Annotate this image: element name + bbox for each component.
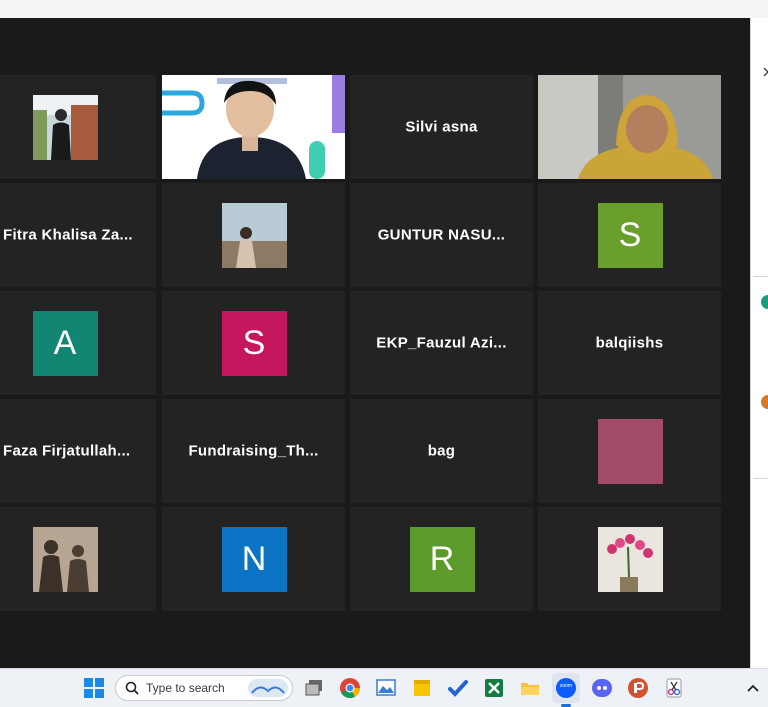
participant-tile[interactable]: Fundraising_Th... xyxy=(162,399,345,503)
presenter-video xyxy=(162,75,345,179)
participant-tile[interactable]: N xyxy=(162,507,345,611)
participant-tile[interactable] xyxy=(538,75,721,179)
photos-icon[interactable] xyxy=(375,677,397,699)
participant-name: EKP_Fauzul Azi... xyxy=(376,334,507,352)
top-strip xyxy=(0,0,768,18)
participant-name: Fundraising_Th... xyxy=(188,442,319,460)
sticky-notes-icon[interactable] xyxy=(411,677,433,699)
orchid-photo xyxy=(597,527,663,592)
discord-icon[interactable] xyxy=(591,677,613,699)
participant-tile[interactable] xyxy=(162,183,345,287)
participant-name: GUNTUR NASU... xyxy=(377,226,506,244)
beach-photo xyxy=(221,203,287,268)
side-panel xyxy=(750,18,768,668)
participant-tile[interactable]: balqiishs xyxy=(538,291,721,395)
participant-avatar xyxy=(597,419,663,484)
participant-tile[interactable] xyxy=(0,75,156,179)
file-explorer-icon[interactable] xyxy=(519,677,541,699)
participant-tile[interactable] xyxy=(0,507,156,611)
participant-name: Fitra Khalisa Za... xyxy=(3,226,133,244)
participant-avatar: N xyxy=(221,527,287,592)
participant-tile[interactable] xyxy=(162,75,345,179)
todo-icon[interactable] xyxy=(447,677,469,699)
participant-tile[interactable]: Fitra Khalisa Za... xyxy=(0,183,156,287)
snipping-tool-icon[interactable] xyxy=(663,677,685,699)
windows-start-icon[interactable] xyxy=(83,677,105,699)
participant-tile[interactable]: S xyxy=(538,183,721,287)
chevron-up-icon[interactable] xyxy=(742,677,764,699)
participant-tile[interactable]: S xyxy=(162,291,345,395)
participant-avatar: S xyxy=(597,203,663,268)
participant-tile[interactable]: EKP_Fauzul Azi... xyxy=(350,291,533,395)
silhouette-photo xyxy=(32,527,98,592)
participant-avatar: S xyxy=(221,311,287,376)
excel-icon[interactable] xyxy=(483,677,505,699)
participant-avatar: A xyxy=(32,311,98,376)
participant-tile[interactable]: Silvi asna xyxy=(350,75,533,179)
hijab-woman-video xyxy=(538,75,721,179)
search-input[interactable]: Type to search xyxy=(115,675,293,701)
participant-name: balqiishs xyxy=(595,334,664,352)
participant-name: Silvi asna xyxy=(405,118,478,136)
task-view-icon[interactable] xyxy=(303,677,325,699)
participant-name: Faza Firjatullah... xyxy=(3,442,131,460)
man-standing-photo xyxy=(32,95,98,160)
participant-avatar: R xyxy=(409,527,475,592)
gallery-view: Silvi asna Fitra Khalisa Za... GUNTUR NA… xyxy=(0,18,750,668)
participant-tile[interactable]: R xyxy=(350,507,533,611)
chrome-icon[interactable] xyxy=(339,677,361,699)
participant-name: bag xyxy=(427,442,456,460)
participant-tile[interactable] xyxy=(538,507,721,611)
participant-tile[interactable]: A xyxy=(0,291,156,395)
search-icon xyxy=(125,681,139,695)
search-highlight-icon xyxy=(248,679,288,697)
participant-tile[interactable]: Faza Firjatullah... xyxy=(0,399,156,503)
zoom-icon-label: zoom xyxy=(559,683,573,689)
participant-tile[interactable] xyxy=(538,399,721,503)
powerpoint-icon[interactable] xyxy=(627,677,649,699)
participant-tile[interactable]: GUNTUR NASU... xyxy=(350,183,533,287)
participant-tile[interactable]: bag xyxy=(350,399,533,503)
search-placeholder: Type to search xyxy=(146,681,225,695)
taskbar: Type to search zoom xyxy=(0,668,768,707)
